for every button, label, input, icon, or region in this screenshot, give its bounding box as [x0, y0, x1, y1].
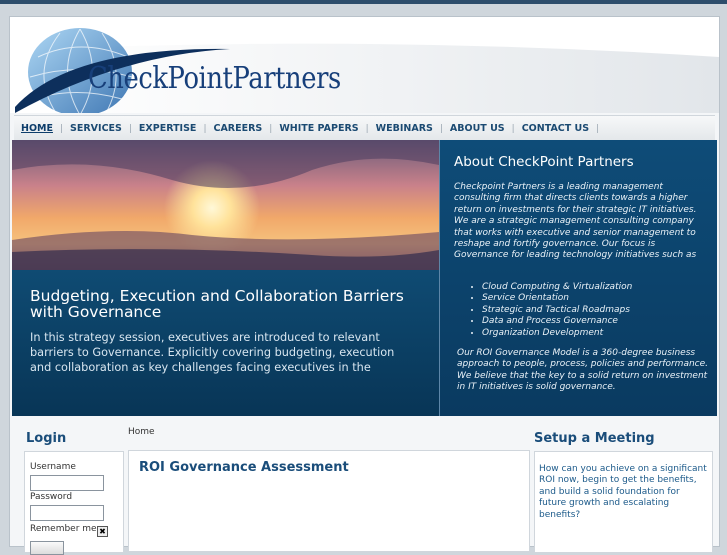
login-button[interactable]: [30, 541, 64, 555]
list-item: Organization Development: [482, 328, 632, 339]
main-nav: HOME | SERVICES | EXPERTISE | CAREERS | …: [14, 115, 715, 142]
about-panel: About CheckPoint Partners Checkpoint Par…: [439, 140, 717, 416]
about-title: About CheckPoint Partners: [454, 154, 634, 170]
about-closing: Our ROI Governance Model is a 360-degree…: [457, 348, 709, 393]
login-box: Username Password Remember me ✖: [24, 451, 124, 555]
page-frame: CheckPointPartners HOME | SERVICES | EXP…: [9, 16, 720, 555]
remember-checkbox[interactable]: ✖: [97, 526, 108, 537]
remember-label: Remember me: [30, 524, 97, 534]
meeting-title: Setup a Meeting: [534, 431, 655, 446]
content-area: Login Username Password Remember me ✖ Ho…: [14, 420, 715, 555]
nav-contact-us[interactable]: CONTACT US: [515, 123, 596, 134]
password-label: Password: [30, 492, 73, 502]
nav-white-papers[interactable]: WHITE PAPERS: [272, 123, 365, 134]
breadcrumb[interactable]: Home: [128, 427, 155, 437]
username-label: Username: [30, 462, 76, 472]
password-input[interactable]: [30, 505, 104, 521]
nav-about-us[interactable]: ABOUT US: [443, 123, 512, 134]
hero-body: In this strategy session, executives are…: [30, 331, 395, 374]
about-list: Cloud Computing & Virtualization Service…: [470, 282, 632, 339]
list-item: Cloud Computing & Virtualization: [482, 282, 632, 293]
nav-webinars[interactable]: WEBINARS: [369, 123, 440, 134]
meeting-box: How can you achieve on a significant ROI…: [534, 451, 713, 553]
meeting-text: How can you achieve on a significant ROI…: [539, 464, 707, 520]
sunset-image: [12, 140, 439, 270]
hero-banner: Budgeting, Execution and Collaboration B…: [12, 270, 439, 416]
hero: Budgeting, Execution and Collaboration B…: [12, 140, 717, 416]
top-bar: [0, 0, 727, 4]
nav-services[interactable]: SERVICES: [63, 123, 129, 134]
main-box: ROI Governance Assessment: [128, 450, 530, 552]
list-item: Data and Process Governance: [482, 316, 632, 327]
hero-title: Budgeting, Execution and Collaboration B…: [30, 287, 404, 321]
username-input[interactable]: [30, 475, 104, 491]
nav-expertise[interactable]: EXPERTISE: [132, 123, 204, 134]
nav-separator: |: [596, 123, 600, 134]
about-intro: Checkpoint Partners is a leading managem…: [454, 182, 697, 261]
nav-careers[interactable]: CAREERS: [206, 123, 269, 134]
header: CheckPointPartners: [10, 17, 719, 113]
login-title: Login: [26, 431, 67, 446]
list-item: Strategic and Tactical Roadmaps: [482, 305, 632, 316]
main-title[interactable]: ROI Governance Assessment: [139, 460, 349, 475]
list-item: Service Orientation: [482, 293, 632, 304]
logo-text[interactable]: CheckPointPartners: [88, 61, 341, 96]
nav-home[interactable]: HOME: [14, 123, 60, 134]
